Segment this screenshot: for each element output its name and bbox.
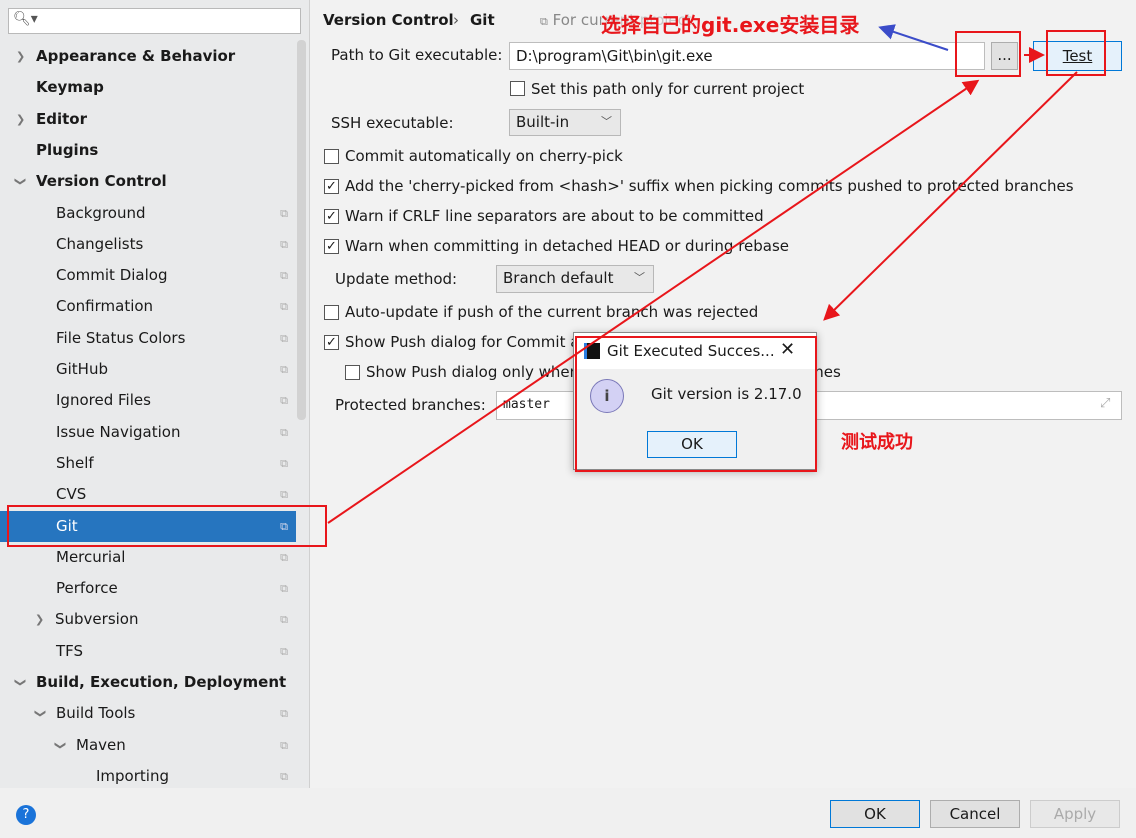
arrow-blue (878, 24, 949, 51)
arrow-git-to-browse (327, 79, 980, 524)
annotation-arrows (327, 24, 1078, 524)
arrow-test-to-dialog (823, 71, 1078, 321)
